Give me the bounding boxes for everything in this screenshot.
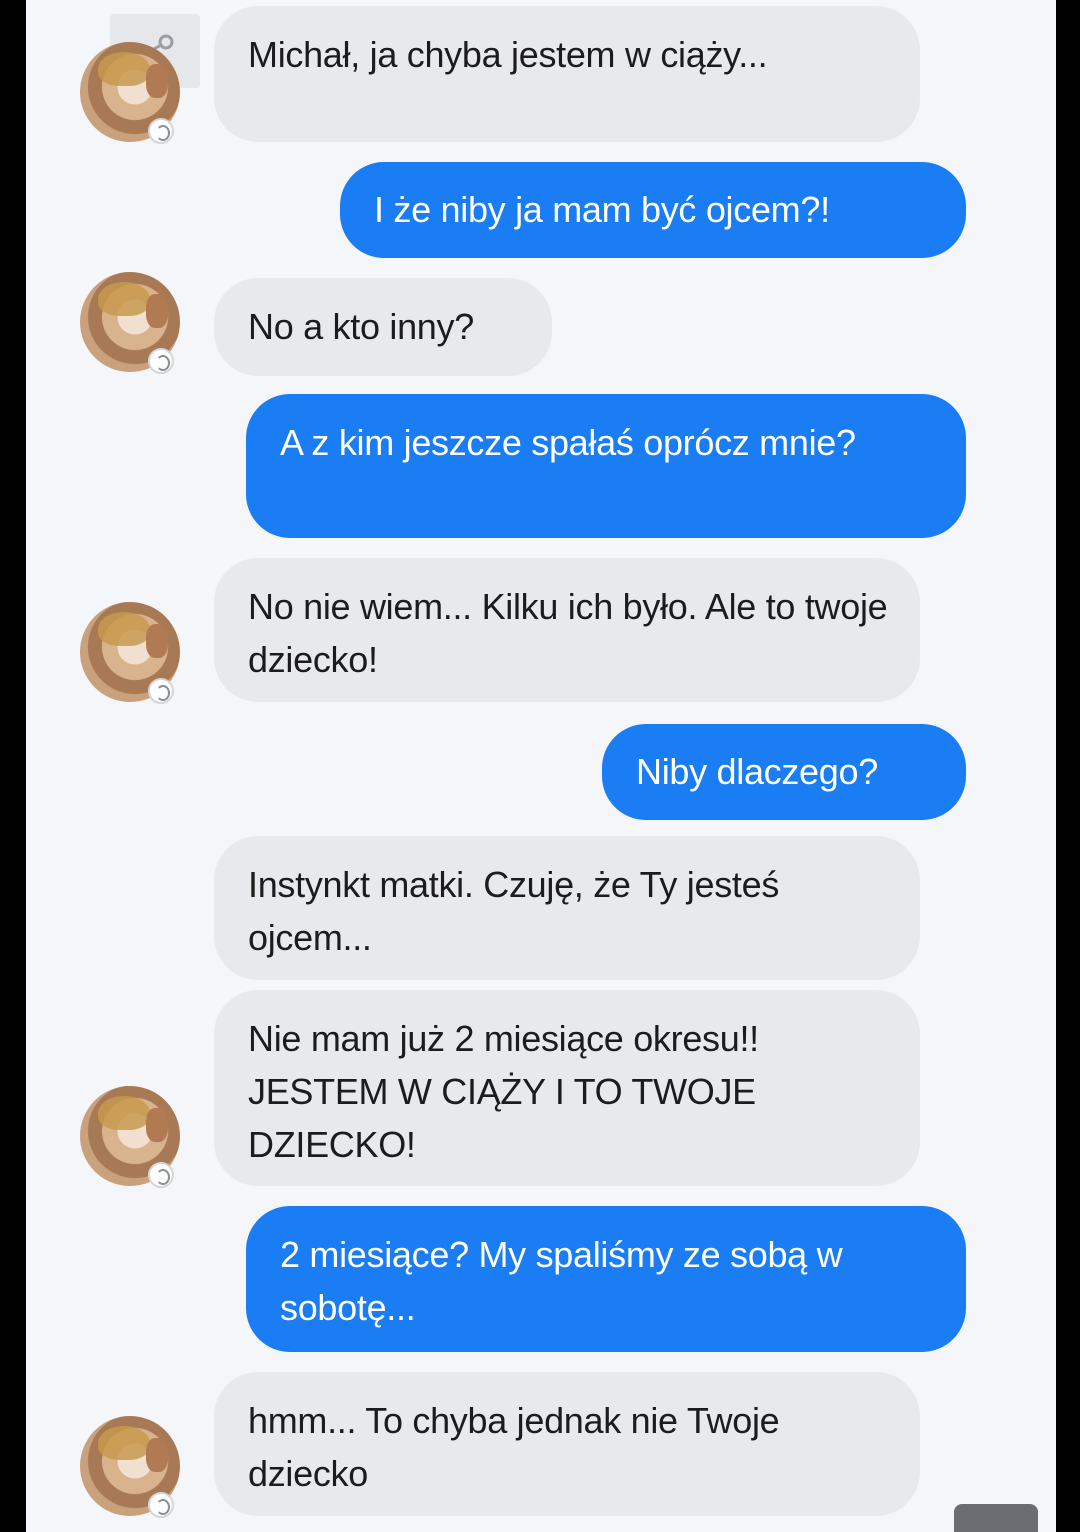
messenger-badge-icon — [148, 118, 174, 144]
message-incoming[interactable]: No nie wiem... Kilku ich było. Ale to tw… — [214, 558, 920, 702]
scroll-button[interactable] — [954, 1504, 1038, 1532]
message-text: 2 miesiące? My spaliśmy ze sobą w sobotę… — [280, 1234, 843, 1328]
message-incoming[interactable]: Michał, ja chyba jestem w ciąży... — [214, 6, 920, 142]
message-text: I że niby ja mam być ojcem?! — [374, 189, 830, 230]
messenger-badge-icon — [148, 1162, 174, 1188]
contact-avatar[interactable] — [80, 602, 180, 704]
message-text: Nie mam już 2 miesiące okresu!! JESTEM W… — [248, 1018, 759, 1165]
message-incoming[interactable]: No a kto inny? — [214, 278, 552, 376]
message-incoming[interactable]: Instynkt matki. Czuję, że Ty jesteś ojce… — [214, 836, 920, 980]
contact-avatar[interactable] — [80, 1416, 180, 1518]
message-text: A z kim jeszcze spałaś oprócz mnie? — [280, 422, 856, 463]
message-text: hmm... To chyba jednak nie Twoje dziecko — [248, 1400, 780, 1494]
contact-avatar[interactable] — [80, 42, 180, 144]
message-incoming[interactable]: Nie mam już 2 miesiące okresu!! JESTEM W… — [214, 990, 920, 1186]
messenger-badge-icon — [148, 348, 174, 374]
contact-avatar[interactable] — [80, 272, 180, 374]
message-text: Instynkt matki. Czuję, że Ty jesteś ojce… — [248, 864, 780, 958]
messenger-badge-icon — [148, 1492, 174, 1518]
message-incoming[interactable]: hmm... To chyba jednak nie Twoje dziecko — [214, 1372, 920, 1516]
message-text: Niby dlaczego? — [636, 751, 878, 792]
messenger-badge-icon — [148, 678, 174, 704]
message-outgoing[interactable]: A z kim jeszcze spałaś oprócz mnie? — [246, 394, 966, 538]
message-text: No nie wiem... Kilku ich było. Ale to tw… — [248, 586, 888, 680]
message-outgoing[interactable]: Niby dlaczego? — [602, 724, 966, 820]
message-text: No a kto inny? — [248, 306, 474, 347]
message-text: Michał, ja chyba jestem w ciąży... — [248, 34, 768, 75]
message-outgoing[interactable]: 2 miesiące? My spaliśmy ze sobą w sobotę… — [246, 1206, 966, 1352]
contact-avatar[interactable] — [80, 1086, 180, 1188]
message-outgoing[interactable]: I że niby ja mam być ojcem?! — [340, 162, 966, 258]
chat-screen: Michał, ja chyba jestem w ciąży... I że … — [26, 0, 1056, 1532]
